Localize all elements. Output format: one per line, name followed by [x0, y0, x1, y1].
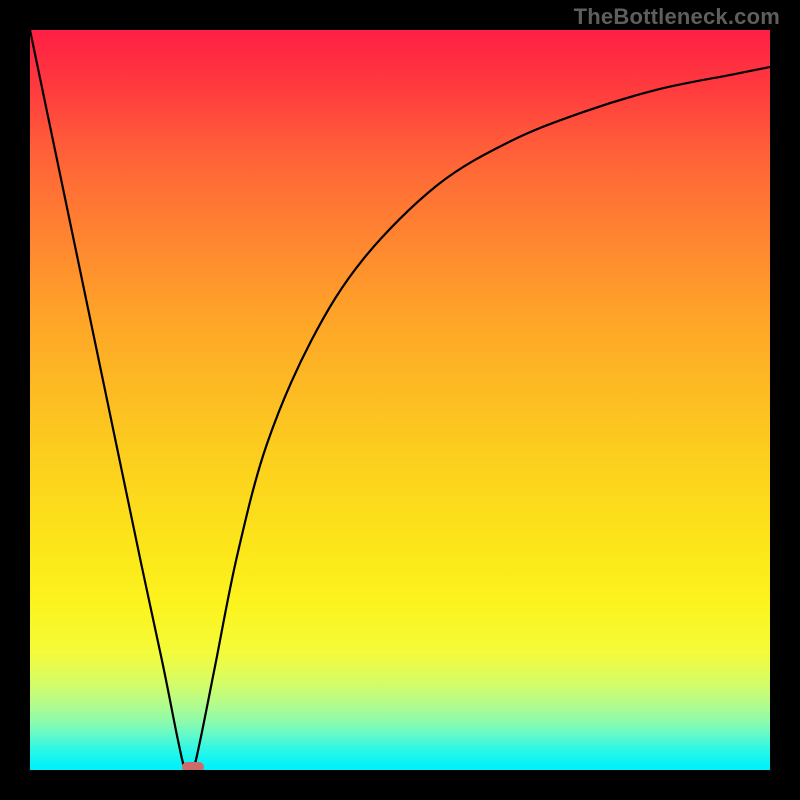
chart-curve [30, 30, 770, 770]
watermark-text: TheBottleneck.com [574, 4, 780, 30]
plot-area [30, 30, 770, 770]
curve-path [30, 30, 770, 770]
min-marker [182, 762, 204, 770]
